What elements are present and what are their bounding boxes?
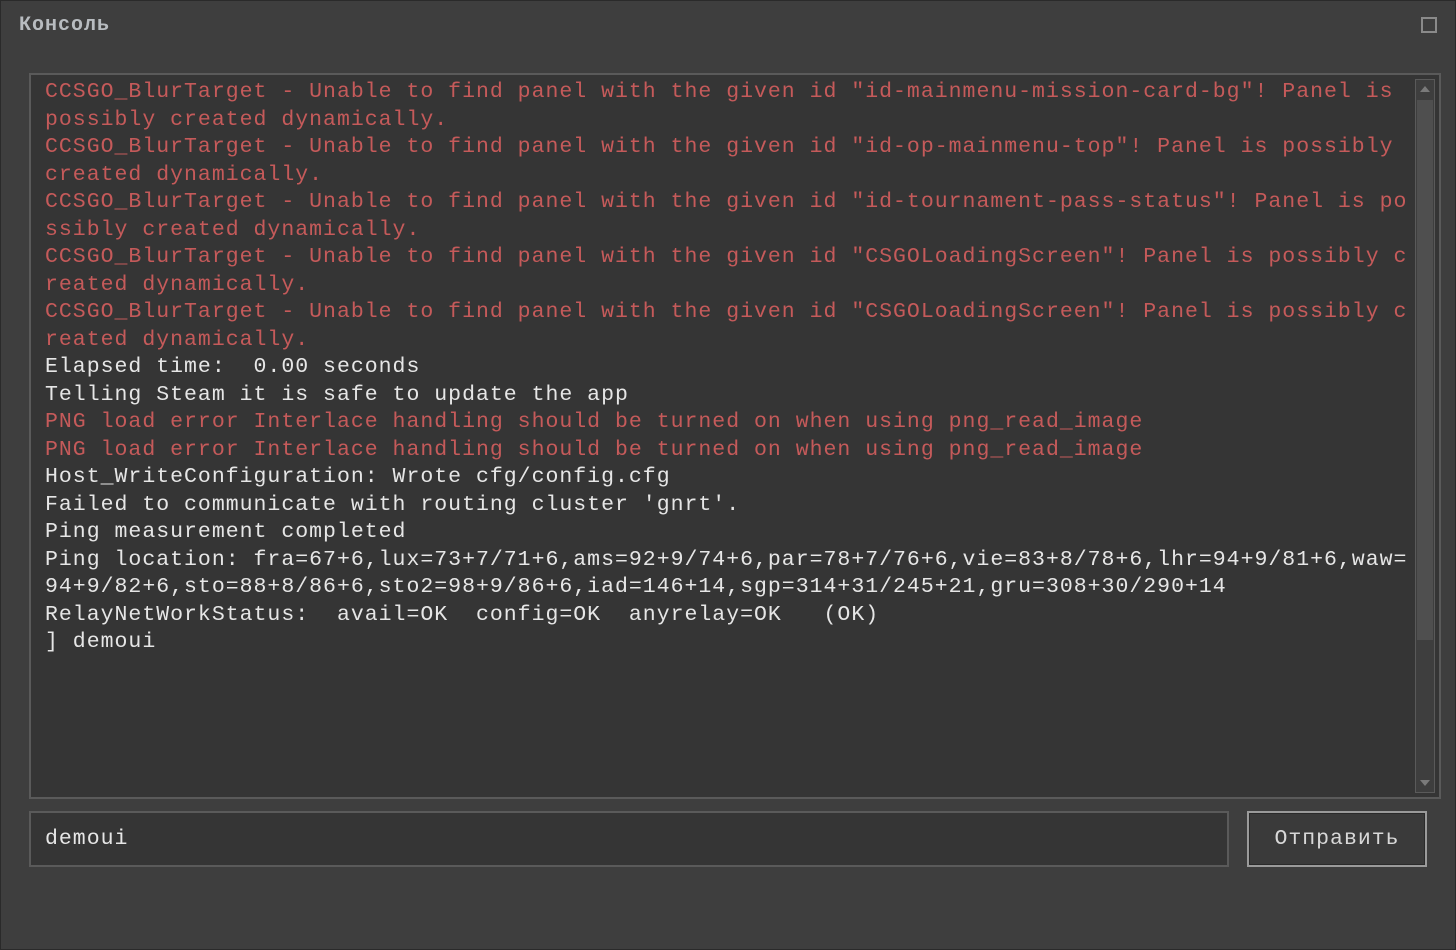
console-line: Ping measurement completed	[45, 519, 1409, 547]
console-input[interactable]	[29, 811, 1229, 867]
submit-button[interactable]: Отправить	[1247, 811, 1427, 867]
console-line: PNG load error Interlace handling should…	[45, 409, 1409, 437]
console-input-row: Отправить	[29, 811, 1427, 867]
scrollbar-thumb[interactable]	[1417, 100, 1433, 640]
console-line: Host_WriteConfiguration: Wrote cfg/confi…	[45, 464, 1409, 492]
console-output-frame: CCSGO_BlurTarget - Unable to find panel …	[29, 73, 1441, 799]
console-line: CCSGO_BlurTarget - Unable to find panel …	[45, 134, 1409, 189]
console-line: RelayNetWorkStatus: avail=OK config=OK a…	[45, 602, 1409, 630]
console-line: PNG load error Interlace handling should…	[45, 437, 1409, 465]
scroll-up-icon[interactable]	[1416, 80, 1434, 98]
console-line: Telling Steam it is safe to update the a…	[45, 382, 1409, 410]
console-window: Консоль CCSGO_BlurTarget - Unable to fin…	[0, 0, 1456, 950]
console-line: CCSGO_BlurTarget - Unable to find panel …	[45, 299, 1409, 354]
console-line: CCSGO_BlurTarget - Unable to find panel …	[45, 244, 1409, 299]
console-scrollbar[interactable]	[1415, 79, 1435, 793]
titlebar[interactable]: Консоль	[1, 1, 1455, 49]
console-line: Failed to communicate with routing clust…	[45, 492, 1409, 520]
console-line: Ping location: fra=67+6,lux=73+7/71+6,am…	[45, 547, 1409, 602]
console-line: CCSGO_BlurTarget - Unable to find panel …	[45, 79, 1409, 134]
console-output: CCSGO_BlurTarget - Unable to find panel …	[45, 79, 1409, 793]
window-title: Консоль	[19, 14, 1421, 37]
console-line: ] demoui	[45, 629, 1409, 657]
maximize-icon[interactable]	[1421, 17, 1437, 33]
console-line: CCSGO_BlurTarget - Unable to find panel …	[45, 189, 1409, 244]
console-line: Elapsed time: 0.00 seconds	[45, 354, 1409, 382]
scroll-down-icon[interactable]	[1416, 774, 1434, 792]
